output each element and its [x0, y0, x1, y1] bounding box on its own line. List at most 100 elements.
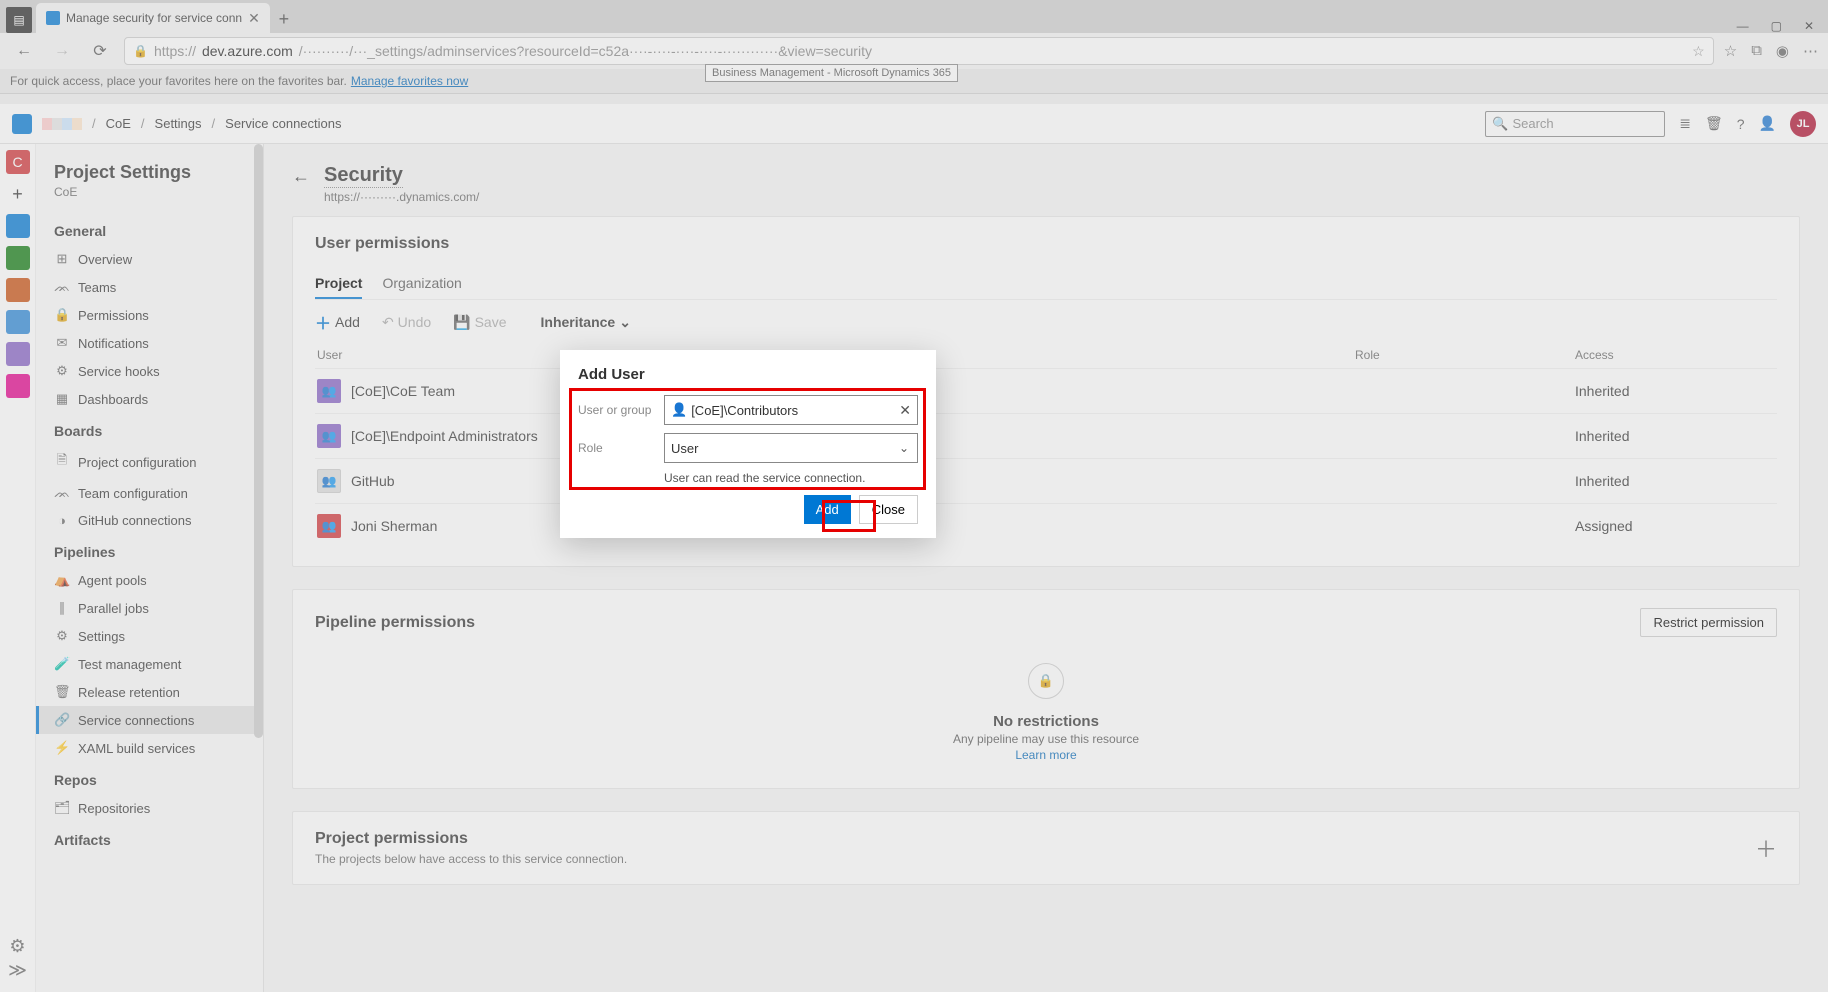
sidebar-item-label: Agent pools: [78, 573, 147, 588]
sidebar-item-agent-pools[interactable]: ⛺Agent pools: [36, 566, 263, 594]
sidebar-item-service-connections[interactable]: 🔗Service connections: [36, 706, 263, 734]
nav-refresh-button[interactable]: ⟳: [86, 41, 114, 61]
address-bar[interactable]: 🔒 https:// dev.azure.com /··········/···…: [124, 37, 1714, 65]
rail-testplans-icon[interactable]: [6, 310, 30, 334]
collections-icon[interactable]: ⧉: [1751, 42, 1762, 60]
breadcrumb-project[interactable]: CoE: [106, 116, 131, 131]
permission-row[interactable]: 👥 [CoE]\Endpoint Administrators Inherite…: [315, 413, 1777, 458]
user-avatar-icon: 👥: [317, 514, 341, 538]
permission-row[interactable]: 👥 [CoE]\CoE Team Inherited: [315, 368, 1777, 413]
sidebar-item-label: Project configuration: [78, 455, 197, 470]
sidebar-item-test-management[interactable]: 🧪Test management: [36, 650, 263, 678]
restrict-permission-button[interactable]: Restrict permission: [1640, 608, 1777, 637]
user-group-value: [CoE]\Contributors: [691, 403, 798, 418]
sidebar-subtitle: CoE: [36, 183, 263, 213]
tab-close-icon[interactable]: ✕: [248, 10, 260, 27]
user-name: [CoE]\Endpoint Administrators: [351, 428, 538, 444]
new-tab-button[interactable]: +: [270, 5, 298, 33]
reader-icon[interactable]: ☆: [1692, 43, 1705, 60]
browser-tab[interactable]: Manage security for service conn ✕: [36, 3, 270, 33]
permission-row[interactable]: 👥 Joni Sherman Assigned: [315, 503, 1777, 548]
profile-icon[interactable]: ◉: [1776, 42, 1789, 60]
sidebar-item-label: Dashboards: [78, 392, 148, 407]
azure-devops-logo-icon[interactable]: [12, 114, 32, 134]
toolbar-add-button[interactable]: ＋Add: [315, 310, 360, 334]
search-icon: 🔍: [1492, 116, 1508, 132]
sidebar-item-service-hooks[interactable]: ⚙Service hooks: [36, 357, 263, 385]
rail-settings-icon[interactable]: ⚙: [6, 934, 30, 958]
sidebar-item-label: Notifications: [78, 336, 149, 351]
sidebar-item-settings[interactable]: ⚙Settings: [36, 622, 263, 650]
tab-title: Manage security for service conn: [66, 11, 242, 25]
rail-boards-icon[interactable]: [6, 214, 30, 238]
toolbar-inheritance-dropdown[interactable]: Inheritance ⌄: [541, 314, 631, 331]
permission-row[interactable]: 👥 GitHub Inherited: [315, 458, 1777, 503]
back-arrow-button[interactable]: ←: [292, 164, 310, 187]
browser-chrome: ▤ Manage security for service conn ✕ + —…: [0, 0, 1828, 79]
rail-repos-icon[interactable]: [6, 246, 30, 270]
breadcrumb-settings[interactable]: Settings: [155, 116, 202, 131]
modal-close-button[interactable]: Close: [859, 495, 918, 524]
sidebar-item-release-retention[interactable]: 🗑Release retention: [36, 678, 263, 706]
manage-favorites-link[interactable]: Manage favorites now: [351, 74, 468, 88]
rail-add-button[interactable]: +: [6, 182, 30, 206]
sidebar-item-github-connections[interactable]: ◑GitHub connections: [36, 507, 263, 534]
sidebar-item-parallel-jobs[interactable]: ∥Parallel jobs: [36, 594, 263, 622]
permissions-toolbar: ＋Add ↶Undo 💾Save Inheritance ⌄: [315, 310, 1777, 334]
user-group-label: User or group: [578, 403, 658, 417]
sidebar-item-icon: ᨏ: [54, 485, 70, 501]
role-select[interactable]: User ⌄: [664, 433, 918, 463]
lock-icon: 🔒: [1028, 663, 1064, 699]
window-minimize-icon[interactable]: —: [1737, 19, 1749, 33]
url-tooltip: Business Management - Microsoft Dynamics…: [705, 64, 958, 82]
basket-icon[interactable]: 🗑: [1705, 115, 1723, 132]
global-search-input[interactable]: 🔍 Search: [1485, 111, 1665, 137]
favorites-icon[interactable]: ☆: [1724, 42, 1737, 60]
clear-icon[interactable]: ✕: [899, 402, 911, 419]
main-content: ← Security https://·········.dynamics.co…: [264, 144, 1828, 992]
user-avatar[interactable]: JL: [1790, 111, 1816, 137]
window-close-icon[interactable]: ✕: [1804, 19, 1814, 33]
window-maximize-icon[interactable]: ▢: [1771, 19, 1782, 33]
learn-more-link[interactable]: Learn more: [1015, 748, 1076, 762]
add-project-button[interactable]: ＋: [1755, 832, 1777, 864]
rail-collapse-icon[interactable]: ≫: [6, 958, 30, 982]
page-subtitle: https://·········.dynamics.com/: [324, 190, 479, 204]
sidebar-item-xaml-build-services[interactable]: ⚡XAML build services: [36, 734, 263, 762]
sidebar-section-heading: Pipelines: [36, 534, 263, 566]
sidebar-item-repositories[interactable]: 🗂Repositories: [36, 794, 263, 822]
sidebar-item-icon: ✉: [54, 335, 70, 351]
marketplace-icon[interactable]: ≣: [1679, 115, 1691, 132]
nav-back-button[interactable]: ←: [10, 42, 38, 60]
sidebar-item-notifications[interactable]: ✉ Notifications: [36, 329, 263, 357]
role-hint: User can read the service connection.: [664, 471, 918, 485]
tab-favicon-icon: [46, 11, 60, 25]
user-access: Assigned: [1575, 518, 1775, 534]
tab-project[interactable]: Project: [315, 269, 362, 299]
tab-collection-icon[interactable]: ▤: [6, 7, 32, 33]
breadcrumb-current[interactable]: Service connections: [225, 116, 341, 131]
rail-artifacts-icon[interactable]: [6, 342, 30, 366]
sidebar-item-icon: 🗑: [54, 684, 70, 700]
url-path: /··········/···_settings/adminservices?r…: [299, 43, 872, 59]
sidebar-item-label: XAML build services: [78, 741, 195, 756]
rail-home-icon[interactable]: C: [6, 150, 30, 174]
rail-pipelines-icon[interactable]: [6, 278, 30, 302]
user-permissions-card: User permissions Project Organization ＋A…: [292, 216, 1800, 567]
more-icon[interactable]: ⋯: [1803, 42, 1818, 60]
sidebar-item-team-configuration[interactable]: ᨏTeam configuration: [36, 479, 263, 507]
sidebar-item-project-configuration[interactable]: 🗎Project configuration: [36, 445, 263, 479]
sidebar-item-icon: ▦: [54, 391, 70, 407]
user-settings-icon[interactable]: 👤: [1759, 115, 1776, 132]
sidebar-item-icon: 🧪: [54, 656, 70, 672]
sidebar-item-permissions[interactable]: 🔒Permissions: [36, 301, 263, 329]
user-group-input[interactable]: 👤 [CoE]\Contributors ✕: [664, 395, 918, 425]
modal-add-button[interactable]: Add: [804, 495, 851, 524]
user-name: [CoE]\CoE Team: [351, 383, 455, 399]
rail-extra-icon[interactable]: [6, 374, 30, 398]
tab-organization[interactable]: Organization: [382, 269, 461, 299]
help-icon[interactable]: ?: [1737, 116, 1745, 132]
sidebar-item-teams[interactable]: ᨏTeams: [36, 273, 263, 301]
sidebar-item-dashboards[interactable]: ▦ Dashboards: [36, 385, 263, 413]
sidebar-item-overview[interactable]: ⊞Overview: [36, 245, 263, 273]
